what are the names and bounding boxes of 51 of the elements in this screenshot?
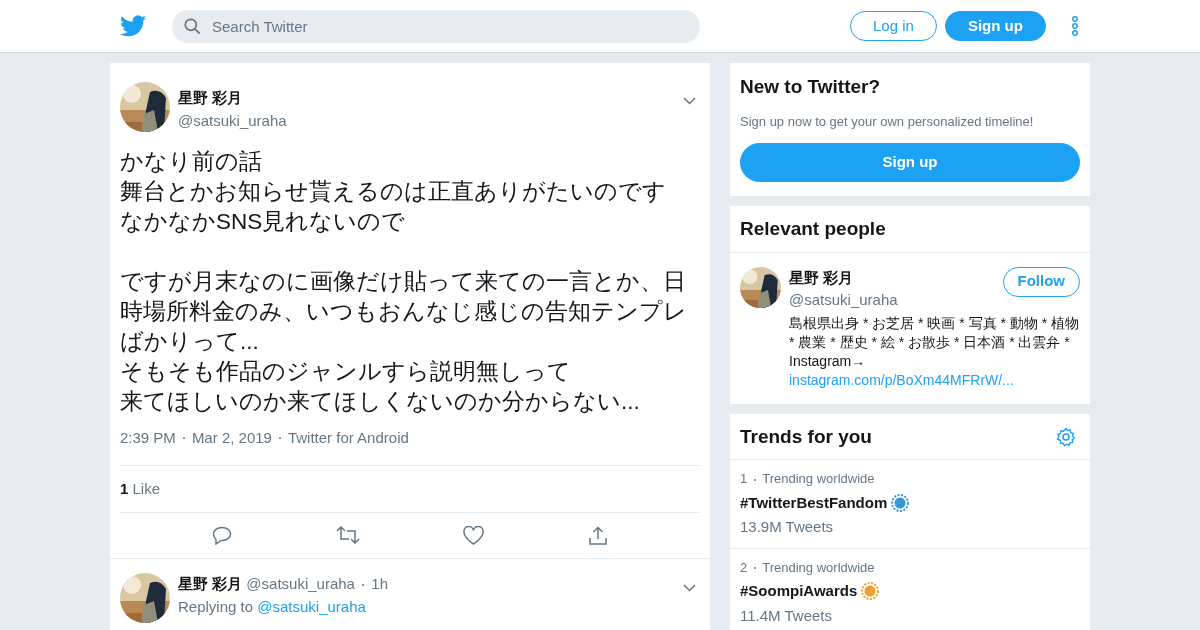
search-field[interactable]: Search Twitter [172,9,700,43]
like-label[interactable]: Like [132,479,161,497]
bio-link[interactable]: instagram.com/p/BoXm44MFRrW/... [789,371,1014,388]
trend-hashtag[interactable]: #SoompiAwards [740,580,858,603]
trend-rank: 1 [740,471,748,486]
tweet-text: 来てほしいのか来てほしくないのか分からない... [120,388,641,416]
tweet-text: 舞台とかお知らせ貰えるのは正直ありがたいのです [120,178,667,206]
search-icon [184,17,201,35]
trend-context: Trending worldwide [762,559,875,575]
trend-rank: 2 [740,559,748,575]
user-name[interactable]: 星野 彩月 [178,575,243,592]
like-count[interactable]: 1 [120,479,129,497]
tweet-meta: Twitter for Android [287,428,409,448]
twitter-bird-logo[interactable] [120,15,146,37]
tweet-text: かなり前の話 [120,148,263,176]
heart-icon[interactable] [463,526,485,545]
card-title: New to Twitter? [740,75,882,99]
trend-context: Trending worldwide [762,471,875,486]
settings-icon[interactable] [1056,426,1076,447]
user-handle[interactable]: @satsuki_uraha [789,289,898,312]
log-in-button[interactable]: Log in [850,11,937,41]
more-icon[interactable] [1071,16,1078,36]
trend-tweet-count: 13.9M Tweets [740,517,835,537]
tweet-text: ですが月末なのに画像だけ貼って来ての一言とか、日 [120,268,687,296]
tweet-meta: 2:39 PM [120,428,176,448]
user-handle[interactable]: @satsuki_uraha [178,109,675,132]
user-name[interactable]: 星野 彩月 [789,266,898,289]
mention-link[interactable]: @satsuki_uraha [257,597,366,615]
tweet-meta[interactable]: Mar 2, 2019 [191,427,272,450]
retweet-icon[interactable] [335,526,360,544]
trend-hashtag[interactable]: #TwitterBestFandom [740,491,888,514]
reply-icon[interactable] [211,526,232,545]
chevron-down-icon[interactable] [683,584,696,593]
card-title: Relevant people [739,217,887,241]
tweet-text: 時場所料金のみ、いつもおんなじ感じの告知テンプレ [120,298,688,326]
tweet-text: そもそも作品のジャンルすら説明無しって [120,358,572,386]
sign-up-button[interactable]: Sign up [944,11,1046,41]
tweet-text: なかなかSNS見れないので [120,208,407,236]
share-icon[interactable] [588,526,609,546]
trend-tweet-count: 11.4M Tweets [740,605,833,626]
reply-time[interactable]: 1h [371,575,388,592]
user-name[interactable]: 星野 彩月 [178,87,675,110]
card-text: Sign up now to get your own personalized timeline! [740,112,1035,131]
follow-button[interactable]: Follow [1002,266,1080,297]
user-handle[interactable]: @satsuki_uraha [246,575,355,592]
sign-up-button[interactable]: Sign up [740,143,1080,182]
card-title: Trends for you [740,424,872,449]
replying-label: Replying to [178,597,254,615]
user-bio: 島根県出身 * お芝居 * 映画 * 写真 * 動物 * 植物 * 農業 * 歴史 * 絵 * お散歩 * 日本酒 * 出雲弁 * Instagram→ [789,314,1080,369]
chevron-down-icon[interactable] [683,97,696,106]
tweet-text: ばかりって... [120,328,260,356]
